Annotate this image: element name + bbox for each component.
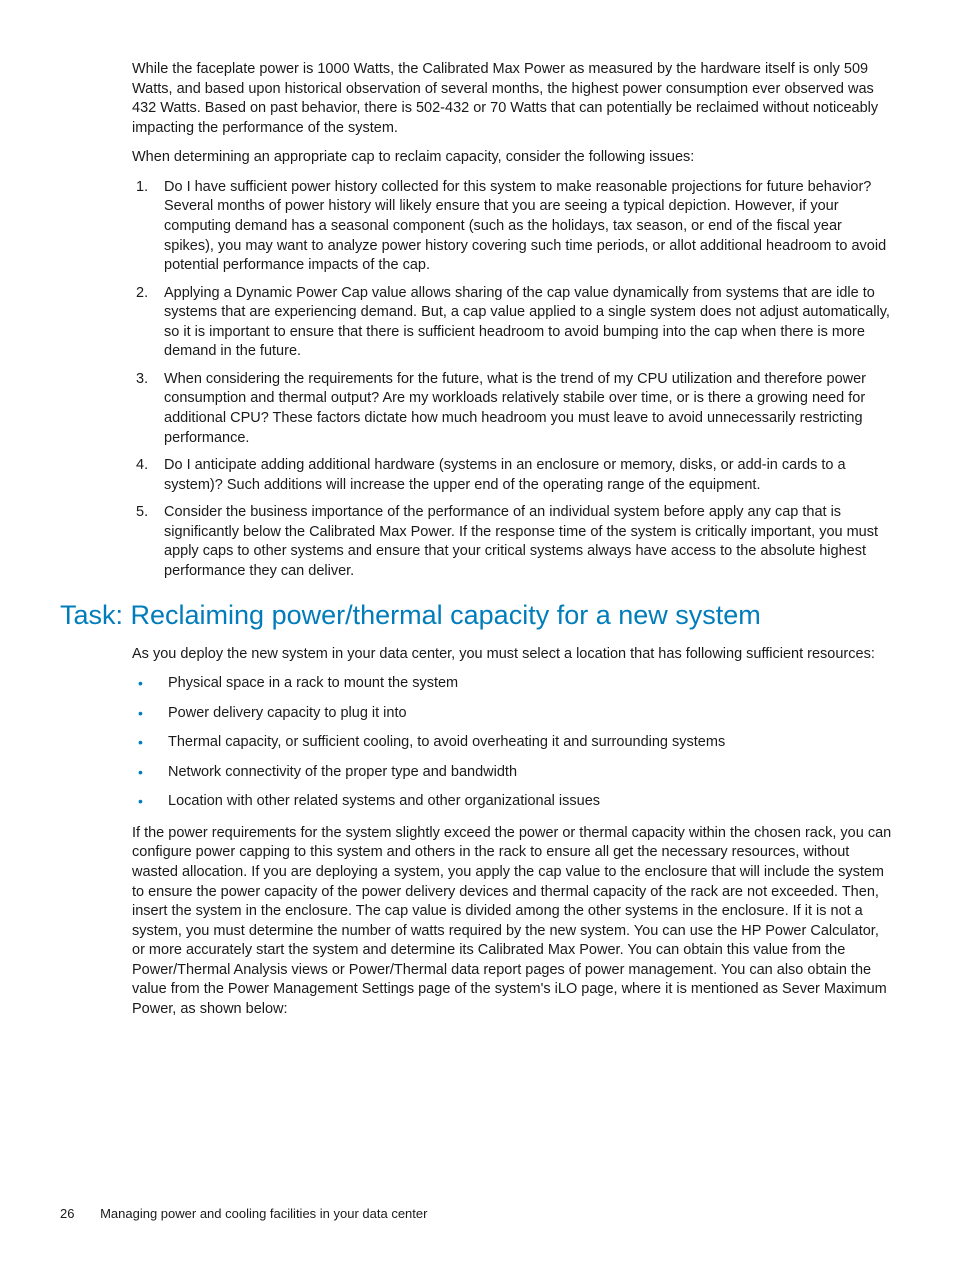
numbered-list: 1. Do I have sufficient power history co… bbox=[132, 178, 894, 582]
chapter-title: Managing power and cooling facilities in… bbox=[100, 1206, 427, 1221]
bullet-icon: • bbox=[132, 733, 168, 752]
list-number: 3. bbox=[132, 370, 164, 390]
list-item: 3. When considering the requirements for… bbox=[132, 370, 894, 448]
list-text: Physical space in a rack to mount the sy… bbox=[168, 674, 894, 694]
bullet-icon: • bbox=[132, 704, 168, 723]
list-item: • Power delivery capacity to plug it int… bbox=[132, 704, 894, 724]
list-text: When considering the requirements for th… bbox=[164, 370, 894, 448]
list-text: Location with other related systems and … bbox=[168, 792, 894, 812]
list-item: 1. Do I have sufficient power history co… bbox=[132, 178, 894, 276]
list-number: 4. bbox=[132, 456, 164, 476]
list-text: Consider the business importance of the … bbox=[164, 503, 894, 581]
list-number: 5. bbox=[132, 503, 164, 523]
page-footer: 26 Managing power and cooling facilities… bbox=[60, 1206, 427, 1221]
list-text: Do I anticipate adding additional hardwa… bbox=[164, 456, 894, 495]
bulleted-list: • Physical space in a rack to mount the … bbox=[132, 674, 894, 812]
list-text: Do I have sufficient power history colle… bbox=[164, 178, 894, 276]
list-text: Network connectivity of the proper type … bbox=[168, 763, 894, 783]
list-number: 2. bbox=[132, 284, 164, 304]
task-closing: If the power requirements for the system… bbox=[132, 824, 894, 1020]
list-item: 2. Applying a Dynamic Power Cap value al… bbox=[132, 284, 894, 362]
list-text: Applying a Dynamic Power Cap value allow… bbox=[164, 284, 894, 362]
bullet-icon: • bbox=[132, 763, 168, 782]
list-item: 4. Do I anticipate adding additional har… bbox=[132, 456, 894, 495]
list-item: • Physical space in a rack to mount the … bbox=[132, 674, 894, 694]
list-item: 5. Consider the business importance of t… bbox=[132, 503, 894, 581]
list-number: 1. bbox=[132, 178, 164, 198]
bullet-icon: • bbox=[132, 792, 168, 811]
intro-para-1: While the faceplate power is 1000 Watts,… bbox=[132, 60, 894, 138]
list-text: Power delivery capacity to plug it into bbox=[168, 704, 894, 724]
task-intro: As you deploy the new system in your dat… bbox=[132, 645, 894, 665]
list-item: • Location with other related systems an… bbox=[132, 792, 894, 812]
list-text: Thermal capacity, or sufficient cooling,… bbox=[168, 733, 894, 753]
list-item: • Network connectivity of the proper typ… bbox=[132, 763, 894, 783]
list-item: • Thermal capacity, or sufficient coolin… bbox=[132, 733, 894, 753]
section-heading: Task: Reclaiming power/thermal capacity … bbox=[60, 600, 894, 631]
page-number: 26 bbox=[60, 1206, 74, 1221]
bullet-icon: • bbox=[132, 674, 168, 693]
intro-para-2: When determining an appropriate cap to r… bbox=[132, 148, 894, 168]
